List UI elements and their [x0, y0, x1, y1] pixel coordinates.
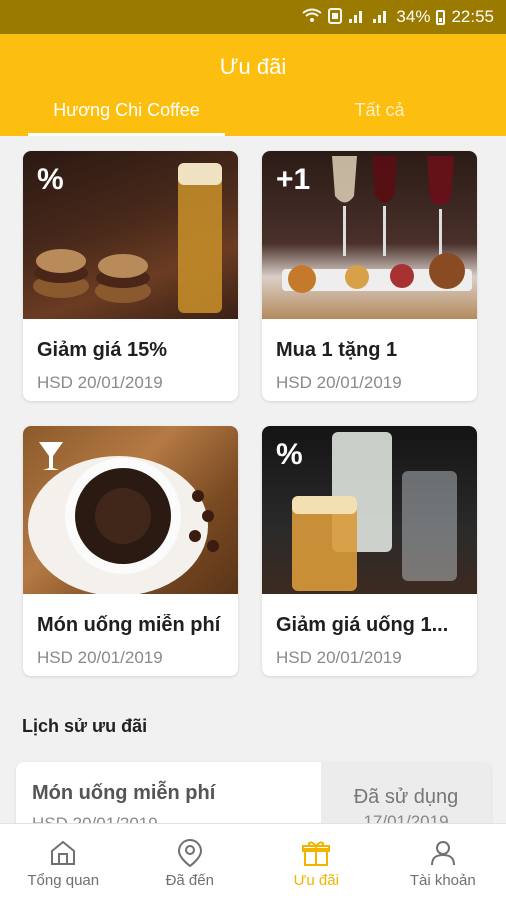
data-saver-icon	[328, 7, 343, 27]
location-pin-icon	[177, 838, 202, 868]
nav-overview[interactable]: Tổng quan	[0, 824, 127, 900]
offer-image-wine-tapas: +1	[262, 151, 477, 319]
tab-all[interactable]: Tất cả	[253, 96, 506, 136]
offer-name: Giảm giá uống 1...	[276, 614, 449, 636]
discount-icon: %	[37, 163, 64, 196]
offer-image-drinks-glasses: %	[262, 426, 477, 594]
nav-label: Đã đến	[165, 872, 214, 889]
offer-expiry: HSD 20/01/2019	[37, 373, 163, 392]
gift-icon	[302, 841, 331, 866]
offer-expiry: HSD 20/01/2019	[276, 373, 402, 392]
signal-icon	[348, 8, 366, 27]
offer-expiry: HSD 20/01/2019	[37, 648, 163, 667]
offer-image-burgers-beer: %	[23, 151, 238, 319]
offer-name: Giảm giá 15%	[37, 339, 168, 361]
offer-card[interactable]: Món uống miễn phí HSD 20/01/2019	[23, 426, 238, 676]
offer-card[interactable]: +1 Mua 1 tặng 1 HSD 20/01/2019	[262, 151, 477, 401]
bottom-nav: Tổng quan Đã đến Ưu đãi Tài khoản	[0, 823, 506, 900]
page-title: Ưu đãi	[219, 54, 287, 79]
offer-card[interactable]: % Giảm giá 15% HSD 20/01/2019	[23, 151, 238, 401]
history-item-name: Món uống miễn phí	[32, 782, 216, 804]
nav-label: Ưu đãi	[293, 872, 339, 889]
status-bar: 34% 22:55	[0, 0, 506, 34]
battery-icon	[436, 9, 446, 25]
wifi-icon	[302, 8, 323, 27]
history-item-status: Đã sử dụng	[353, 786, 459, 808]
offer-card[interactable]: % Giảm giá uống 1... HSD 20/01/2019	[262, 426, 477, 676]
signal-2-icon	[372, 8, 390, 27]
offer-name: Món uống miễn phí	[37, 614, 221, 636]
nav-offers[interactable]: Ưu đãi	[253, 824, 380, 900]
app-bar: Ưu đãi Hương Chi Coffee Tất cả	[0, 34, 506, 136]
tab-huong-chi-coffee[interactable]: Hương Chi Coffee	[0, 96, 253, 136]
nav-visited[interactable]: Đã đến	[127, 824, 254, 900]
nav-account[interactable]: Tài khoản	[380, 824, 506, 900]
nav-label: Tài khoản	[409, 872, 476, 889]
offer-image-coffee-cup	[23, 426, 238, 594]
cocktail-glass-icon	[37, 440, 65, 478]
plus-one-icon: +1	[276, 163, 311, 196]
battery-percent: 34%	[396, 7, 431, 26]
offer-name: Mua 1 tặng 1	[276, 339, 398, 361]
offer-expiry: HSD 20/01/2019	[276, 648, 402, 667]
discount-icon: %	[276, 438, 303, 471]
nav-label: Tổng quan	[27, 872, 100, 889]
home-icon	[51, 840, 76, 865]
history-section-title: Lịch sử ưu đãi	[22, 716, 148, 736]
user-icon	[430, 841, 455, 866]
tab-bar: Hương Chi Coffee Tất cả	[0, 96, 506, 136]
clock: 22:55	[451, 7, 494, 26]
